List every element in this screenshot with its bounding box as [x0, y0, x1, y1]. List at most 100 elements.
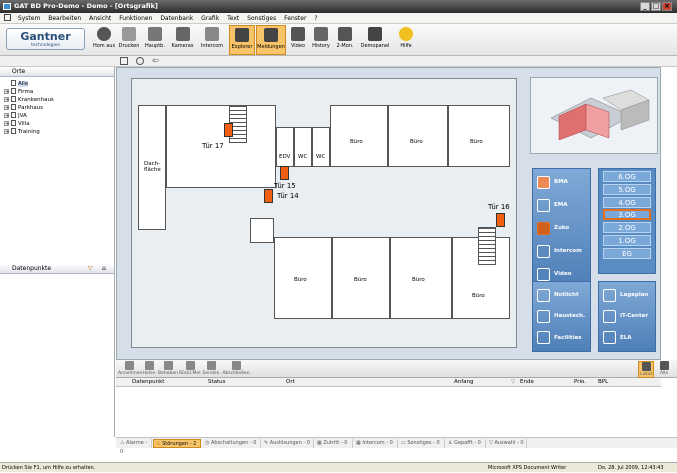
tab-sonstiges[interactable]: ▭ Sonstiges - 0: [399, 439, 445, 448]
col-status[interactable]: Status: [208, 378, 226, 387]
locations-header: Orte: [0, 67, 114, 77]
menu-bearbeiten[interactable]: Bearbeiten: [45, 13, 84, 24]
alarm-table-body[interactable]: [116, 387, 661, 437]
menu-system[interactable]: System: [15, 13, 43, 24]
tab-abschaltungen[interactable]: ◷ Abschaltungen - 0: [203, 439, 261, 448]
video-button[interactable]: Video: [288, 25, 308, 55]
horn-icon: [97, 27, 111, 41]
expand-icon[interactable]: +: [4, 105, 9, 111]
tab-alarme[interactable]: ⚠ Alarme - 0: [118, 439, 152, 455]
filter-icon[interactable]: ▽: [88, 264, 93, 274]
door-15-marker[interactable]: [280, 166, 289, 180]
cameras-button[interactable]: Kameras: [169, 25, 196, 55]
bma-button[interactable]: BMA: [537, 173, 568, 191]
local-view-button[interactable]: Lokal: [638, 361, 654, 378]
tree-item-jva[interactable]: + JVA: [4, 112, 54, 120]
col-ort[interactable]: Ort: [286, 378, 295, 387]
it-center-button[interactable]: IT-Center: [603, 307, 648, 325]
horn-off-button[interactable]: Hom aus: [92, 25, 116, 55]
room-buero-3: [448, 105, 510, 167]
history-button[interactable]: History: [310, 25, 332, 55]
col-ende[interactable]: Ende: [520, 378, 534, 387]
expand-icon[interactable]: +: [4, 89, 9, 95]
floor-eg[interactable]: EG: [603, 247, 651, 259]
tree-item-firma[interactable]: + Firma: [4, 88, 54, 96]
accept-button[interactable]: Annehmen: [118, 361, 142, 376]
floor-3og[interactable]: 3.OG: [603, 209, 651, 221]
menu-funktionen[interactable]: Funktionen: [116, 13, 155, 24]
expand-icon[interactable]: +: [4, 113, 9, 119]
menu-fenster[interactable]: Fenster: [281, 13, 309, 24]
zuko-button[interactable]: Zuko: [537, 219, 569, 237]
intercom-icon: [537, 244, 550, 258]
tab-ausloesungen[interactable]: ✎ Auslösungen - 0: [262, 439, 314, 448]
menu-text[interactable]: Text: [224, 13, 242, 24]
tree-item-training[interactable]: + Training: [4, 128, 54, 136]
help-button[interactable]: Hilfe: [396, 25, 416, 55]
lageplan-button[interactable]: Lageplan: [603, 286, 648, 304]
close-button[interactable]: ×: [662, 2, 672, 11]
menu-sonstiges[interactable]: Sonstiges: [244, 13, 279, 24]
ema-button[interactable]: EMA: [537, 196, 568, 214]
pin-icon[interactable]: ⌂: [102, 264, 106, 274]
door-14-marker[interactable]: [264, 189, 273, 203]
menu-grafik[interactable]: Grafik: [198, 13, 222, 24]
all-view-button[interactable]: Alle: [657, 361, 671, 376]
menu-ansicht[interactable]: Ansicht: [86, 13, 114, 24]
system-menu-icon[interactable]: [4, 14, 11, 21]
print-button[interactable]: Drucken: [118, 25, 140, 55]
tab-intercom[interactable]: ▦ Intercom - 0: [354, 439, 398, 448]
col-prio[interactable]: Prio.: [574, 378, 586, 387]
tree-item-villa[interactable]: + Villa: [4, 120, 54, 128]
minimize-button[interactable]: _: [640, 2, 650, 11]
close-alarm-button[interactable]: Abschließen: [221, 361, 251, 376]
expand-icon[interactable]: +: [4, 97, 9, 103]
menu-datenbank[interactable]: Datenbank: [157, 13, 196, 24]
floor-2og[interactable]: 2.OG: [603, 222, 651, 234]
tab-gepafft[interactable]: ♙ Gepafft - 0: [446, 439, 486, 448]
intercom-system-button[interactable]: Intercom: [537, 242, 582, 260]
send-button[interactable]: Senden: [202, 361, 220, 376]
toolbar-label: Hauptb.: [145, 43, 165, 49]
tab-zutritt[interactable]: ▦ Zutritt - 0: [315, 439, 353, 448]
door-17-marker[interactable]: [224, 123, 233, 137]
tree-item-krankenhaus[interactable]: + Krankenhaus: [4, 96, 54, 104]
floor-5og[interactable]: 5.OG: [603, 183, 651, 195]
col-anfang[interactable]: Anfang: [454, 378, 474, 387]
intercom-button[interactable]: Intercom: [198, 25, 226, 55]
door-16-marker[interactable]: [496, 213, 505, 227]
expand-icon[interactable]: +: [4, 121, 9, 127]
notlicht-button[interactable]: Notlicht: [537, 286, 579, 304]
building-3d-image[interactable]: [531, 78, 659, 155]
explorer-button[interactable]: Explorer: [229, 25, 255, 55]
tree-item-parkhaus[interactable]: + Parkhaus: [4, 104, 54, 112]
tab-stoerungen[interactable]: ⚠ Störungen - 2: [153, 439, 201, 448]
haustech-button[interactable]: Haustech.: [537, 307, 585, 325]
facilities-button[interactable]: Facilities: [537, 329, 582, 347]
warning-icon: ⚠: [156, 441, 161, 447]
resolve-button[interactable]: Beheben: [158, 361, 178, 376]
floor-4og[interactable]: 4.OG: [603, 196, 651, 208]
main-door-button[interactable]: Hauptb.: [143, 25, 167, 55]
callback-button[interactable]: Rückl.Mel.: [179, 361, 202, 376]
demopanel-button[interactable]: Demopanel: [360, 25, 390, 55]
maximize-button[interactable]: □: [651, 2, 661, 11]
menu-help[interactable]: ?: [311, 13, 320, 24]
system-group-3: Lageplan IT-Center ELA: [598, 281, 656, 352]
col-datenpunkt[interactable]: Datenpunkt: [132, 378, 164, 387]
action-label: Rückl.Mel.: [179, 371, 202, 376]
col-bpl[interactable]: BPL: [598, 378, 608, 387]
zoom-icon[interactable]: [136, 57, 144, 65]
two-monitor-button[interactable]: 2-Mon.: [334, 25, 356, 55]
back-icon[interactable]: ⇦: [152, 56, 159, 65]
expand-icon[interactable]: +: [4, 129, 9, 135]
tree-item-alle[interactable]: Alle: [4, 80, 54, 88]
floor-6og[interactable]: 6.OG: [603, 171, 651, 182]
fit-icon[interactable]: [120, 57, 128, 65]
fetch-button[interactable]: Holen: [141, 361, 157, 376]
tab-auswahl[interactable]: ▽ Auswahl - 0: [487, 439, 527, 448]
toolbar-label: History: [312, 43, 330, 49]
floor-1og[interactable]: 1.OG: [603, 234, 651, 246]
ela-button[interactable]: ELA: [603, 329, 632, 347]
messages-button[interactable]: Meldungen: [256, 25, 286, 55]
